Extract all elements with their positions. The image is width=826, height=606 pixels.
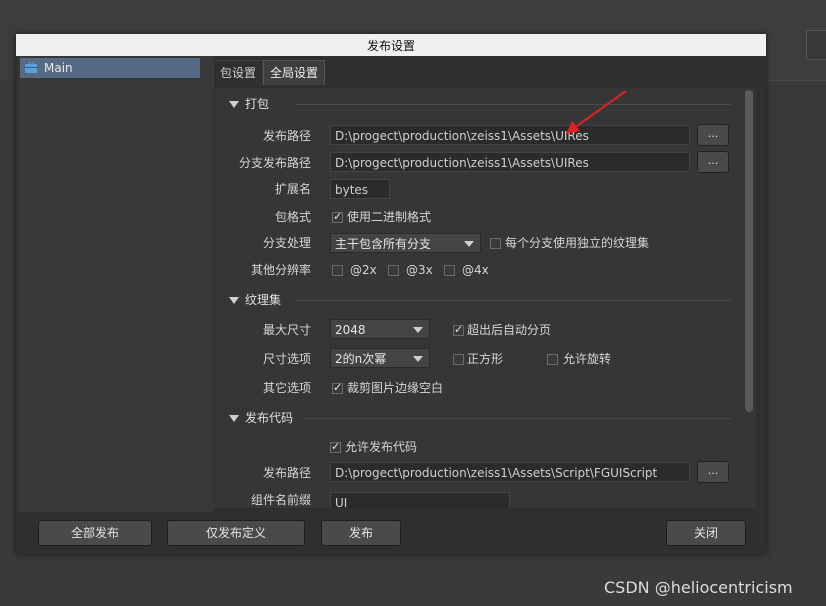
- format-label: 包格式: [274, 210, 311, 224]
- res-2x-checkbox[interactable]: [332, 265, 343, 276]
- background-right-button: [806, 30, 826, 60]
- branch-mode-value: 主干包含所有分支: [335, 237, 432, 251]
- publish-settings-dialog: 发布设置 Main 包设置 全局设置 打包 发布路径 D:\progect\pr…: [16, 34, 766, 554]
- branch-atlas-checkbox[interactable]: [490, 238, 501, 249]
- collapse-triangle-icon: [229, 297, 239, 304]
- branch-path-browse-button[interactable]: ...: [697, 151, 729, 173]
- dialog-title: 发布设置: [16, 34, 766, 56]
- briefcase-icon: [25, 62, 37, 73]
- publish-definition-button[interactable]: 仅发布定义: [167, 520, 305, 546]
- section-pack-header[interactable]: 打包: [229, 94, 269, 114]
- tab-package-settings[interactable]: 包设置: [213, 60, 264, 85]
- section-pack-title: 打包: [245, 97, 270, 111]
- dropdown-arrow-icon: [464, 241, 474, 247]
- code-path-input[interactable]: D:\progect\production\zeiss1\Assets\Scri…: [330, 462, 690, 482]
- binary-format-checkbox[interactable]: [332, 210, 343, 223]
- rotate-checkbox[interactable]: [547, 354, 558, 365]
- prefix-input[interactable]: UI: [330, 492, 510, 508]
- size-option-value: 2的n次幂: [335, 352, 387, 366]
- size-option-label: 尺寸选项: [262, 352, 311, 366]
- tab-bar: 包设置 全局设置: [213, 58, 753, 86]
- list-item-label: Main: [44, 61, 73, 75]
- scrollbar-thumb[interactable]: [745, 90, 753, 412]
- max-size-label: 最大尺寸: [262, 323, 311, 337]
- branch-mode-select[interactable]: 主干包含所有分支: [330, 233, 481, 253]
- section-code-header[interactable]: 发布代码: [229, 408, 293, 428]
- res-3x-label: @3x: [406, 263, 433, 277]
- settings-panel: 打包 发布路径 D:\progect\production\zeiss1\Ass…: [213, 88, 756, 508]
- res-3x-checkbox[interactable]: [388, 265, 399, 276]
- branch-path-input[interactable]: D:\progect\production\zeiss1\Assets\UIRe…: [330, 152, 690, 172]
- code-path-label: 发布路径: [262, 466, 311, 480]
- tab-global-settings[interactable]: 全局设置: [263, 60, 326, 85]
- square-checkbox[interactable]: [453, 354, 464, 365]
- red-annotation-arrow-icon: [566, 90, 627, 134]
- trim-label: 裁剪图片边缘空白: [347, 381, 444, 395]
- auto-page-label: 超出后自动分页: [467, 323, 552, 337]
- collapse-triangle-icon: [229, 101, 239, 108]
- allow-code-checkbox[interactable]: [330, 440, 341, 453]
- max-size-select[interactable]: 2048: [330, 319, 430, 339]
- res-4x-checkbox[interactable]: [444, 265, 455, 276]
- list-item-main[interactable]: Main: [20, 58, 200, 78]
- res-4x-label: @4x: [462, 263, 489, 277]
- section-atlas-header[interactable]: 纹理集: [229, 290, 281, 310]
- res-2x-label: @2x: [350, 263, 377, 277]
- size-option-select[interactable]: 2的n次幂: [330, 348, 430, 368]
- collapse-triangle-icon: [229, 415, 239, 422]
- allow-code-label: 允许发布代码: [345, 440, 418, 454]
- branch-atlas-label: 每个分支使用独立的纹理集: [505, 236, 650, 250]
- extension-input[interactable]: bytes: [330, 179, 390, 199]
- trim-checkbox[interactable]: [332, 381, 343, 394]
- extension-label: 扩展名: [274, 182, 311, 196]
- resolution-label: 其他分辨率: [250, 263, 311, 277]
- package-list: Main: [18, 56, 215, 512]
- section-divider: [295, 300, 731, 301]
- prefix-label: 组件名前缀: [250, 493, 311, 507]
- section-divider: [295, 104, 731, 105]
- watermark: CSDN @heliocentricism: [604, 578, 793, 597]
- close-button[interactable]: 关闭: [666, 520, 746, 546]
- vertical-scrollbar[interactable]: [742, 90, 754, 510]
- publish-path-browse-button[interactable]: ...: [697, 124, 729, 146]
- section-code-title: 发布代码: [245, 411, 294, 425]
- rotate-label: 允许旋转: [563, 352, 612, 366]
- other-options-label: 其它选项: [262, 381, 311, 395]
- dropdown-arrow-icon: [413, 327, 423, 333]
- publish-all-button[interactable]: 全部发布: [38, 520, 152, 546]
- publish-path-input[interactable]: D:\progect\production\zeiss1\Assets\UIRe…: [330, 125, 690, 145]
- publish-button[interactable]: 发布: [321, 520, 401, 546]
- auto-page-checkbox[interactable]: [453, 323, 464, 336]
- binary-format-label: 使用二进制格式: [347, 210, 432, 224]
- publish-path-label: 发布路径: [262, 129, 311, 143]
- square-label: 正方形: [467, 352, 504, 366]
- dropdown-arrow-icon: [413, 356, 423, 362]
- branch-mode-label: 分支处理: [262, 236, 311, 250]
- section-atlas-title: 纹理集: [245, 293, 282, 307]
- branch-path-label: 分支发布路径: [238, 156, 311, 170]
- code-path-browse-button[interactable]: ...: [697, 461, 729, 483]
- max-size-value: 2048: [335, 323, 366, 337]
- section-divider: [305, 418, 731, 419]
